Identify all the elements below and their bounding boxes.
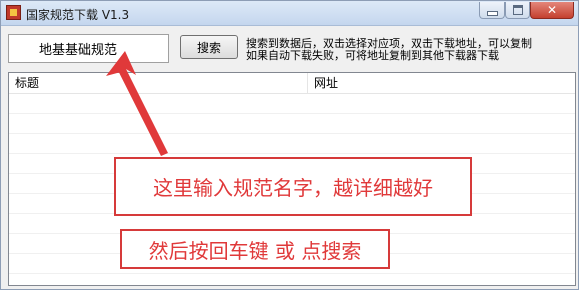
annotation-callout-input: 这里输入规范名字，越详细越好 <box>114 157 472 216</box>
annotation-callout-search: 然后按回车键 或 点搜索 <box>120 229 390 269</box>
